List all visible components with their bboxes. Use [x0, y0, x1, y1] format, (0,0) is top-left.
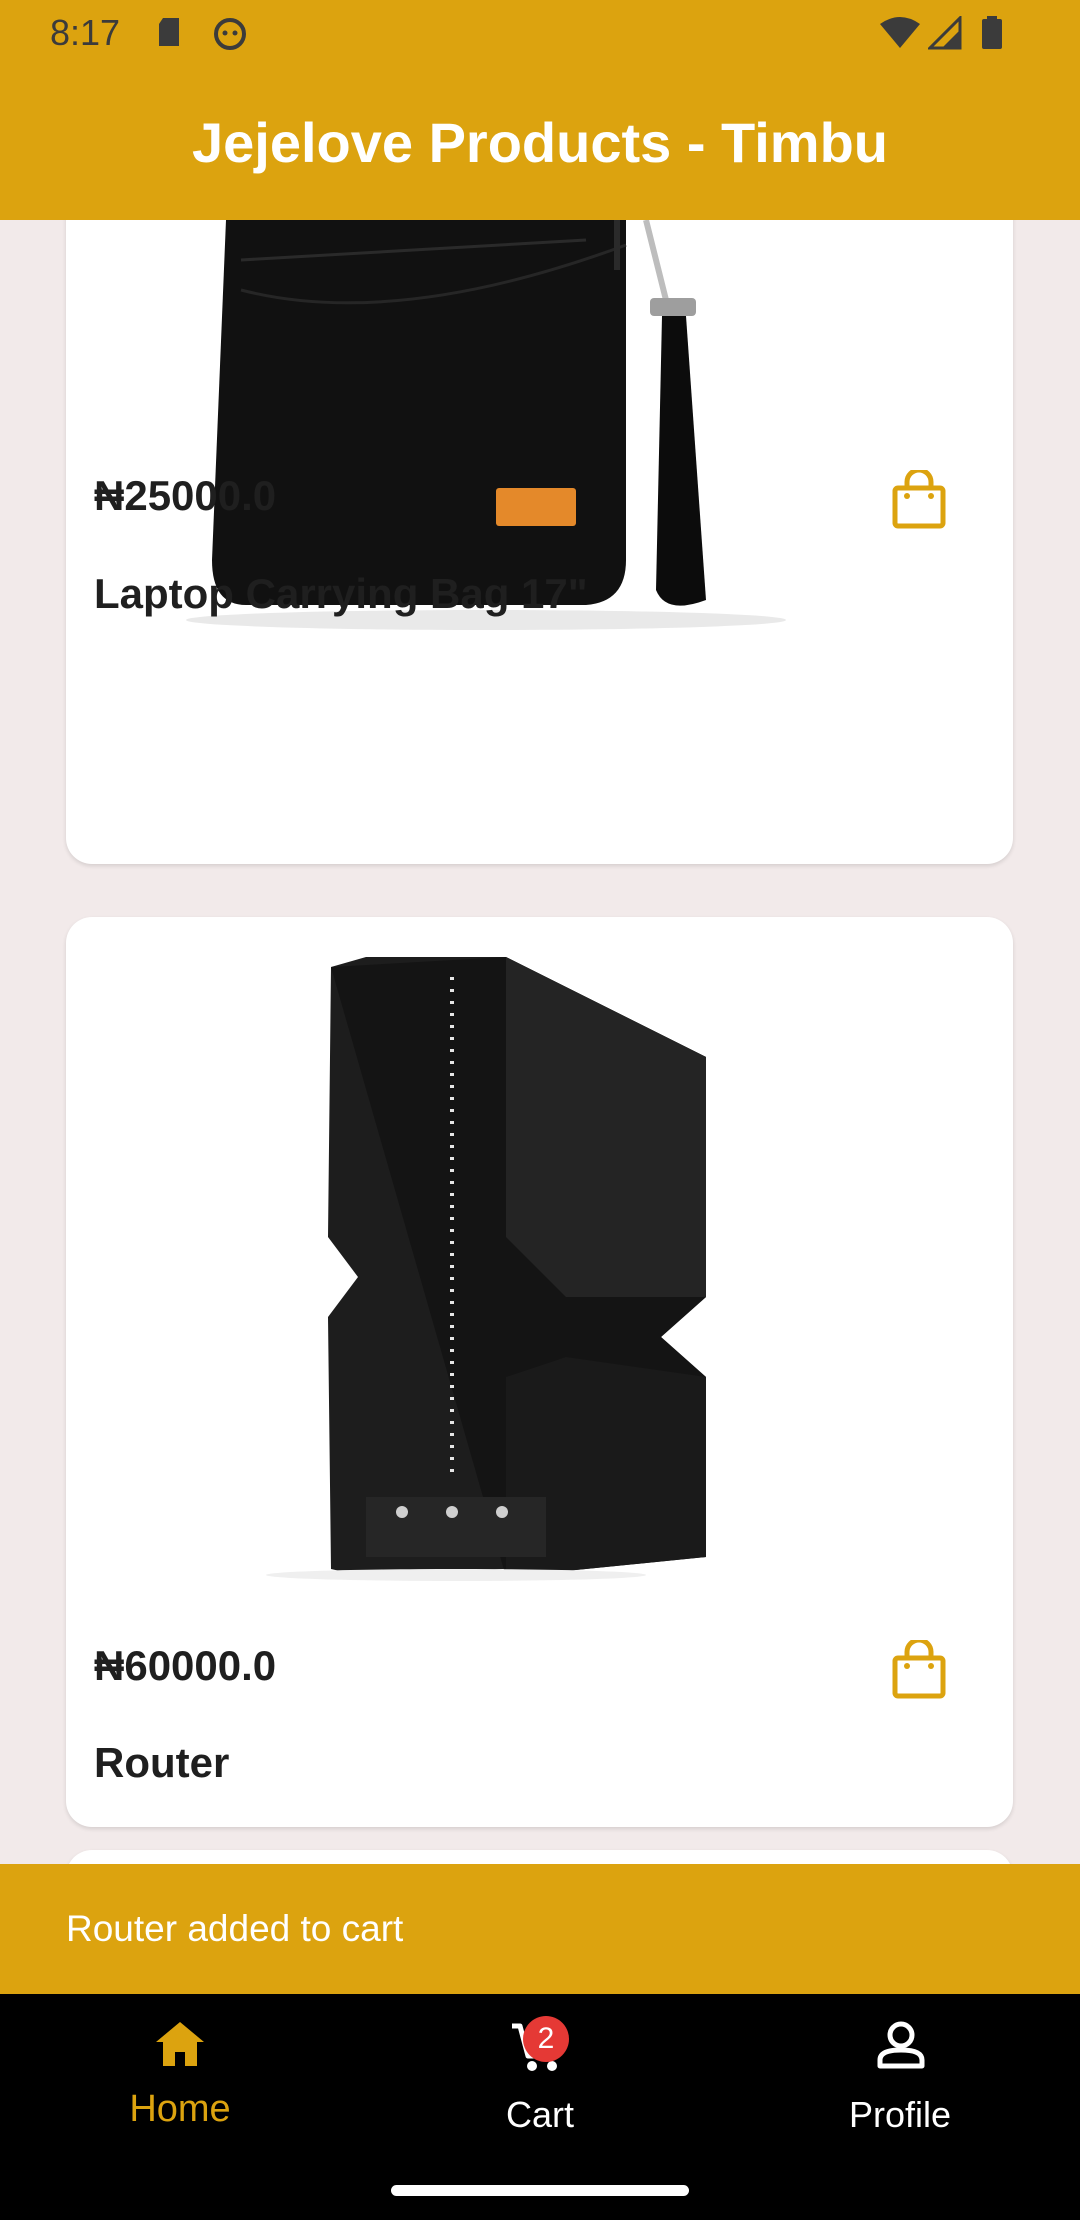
nav-profile[interactable]: Profile — [720, 1994, 1080, 2144]
product-image — [266, 957, 706, 1581]
home-icon — [156, 2022, 204, 2066]
product-card[interactable] — [66, 1850, 1013, 1864]
product-name: Router — [94, 1739, 230, 1786]
add-to-cart-bag-icon[interactable] — [891, 1640, 947, 1700]
profile-icon — [877, 2021, 925, 2069]
signal-icon — [928, 16, 962, 50]
wifi-icon — [880, 17, 920, 48]
sd-card-icon — [159, 18, 179, 46]
product-name: Laptop Carrying Bag 17" — [94, 570, 588, 617]
nav-label-home: Home — [129, 2088, 231, 2130]
nav-cart[interactable]: 2 Cart — [360, 1994, 720, 2144]
app-title: Jejelove Products - Timbu — [191, 110, 889, 174]
home-indicator[interactable] — [391, 2185, 689, 2196]
nav-label-profile: Profile — [848, 2094, 952, 2135]
product-price: ₦60000.0 — [94, 1642, 277, 1689]
snackbar-message: Router added to cart — [66, 1908, 404, 1949]
product-list[interactable]: ₦25000.0 Laptop Carrying Bag 17" ₦60000.… — [0, 220, 1080, 1864]
status-time: 8:17 — [50, 12, 121, 53]
product-price: ₦25000.0 — [94, 472, 277, 519]
nav-home[interactable]: Home — [0, 1994, 360, 2144]
snackbar: Router added to cart — [0, 1864, 1080, 1994]
app-bar: Jejelove Products - Timbu — [0, 64, 1080, 220]
product-card[interactable]: ₦25000.0 Laptop Carrying Bag 17" — [66, 220, 1013, 864]
add-to-cart-bag-icon[interactable] — [891, 470, 947, 530]
product-card[interactable]: ₦60000.0 Router — [66, 917, 1013, 1827]
status-bar: 8:17 — [0, 0, 1080, 64]
nav-label-cart: Cart — [505, 2094, 574, 2135]
cart-badge: 2 — [523, 2016, 569, 2062]
android-icon — [214, 18, 246, 50]
battery-icon — [982, 16, 1002, 49]
